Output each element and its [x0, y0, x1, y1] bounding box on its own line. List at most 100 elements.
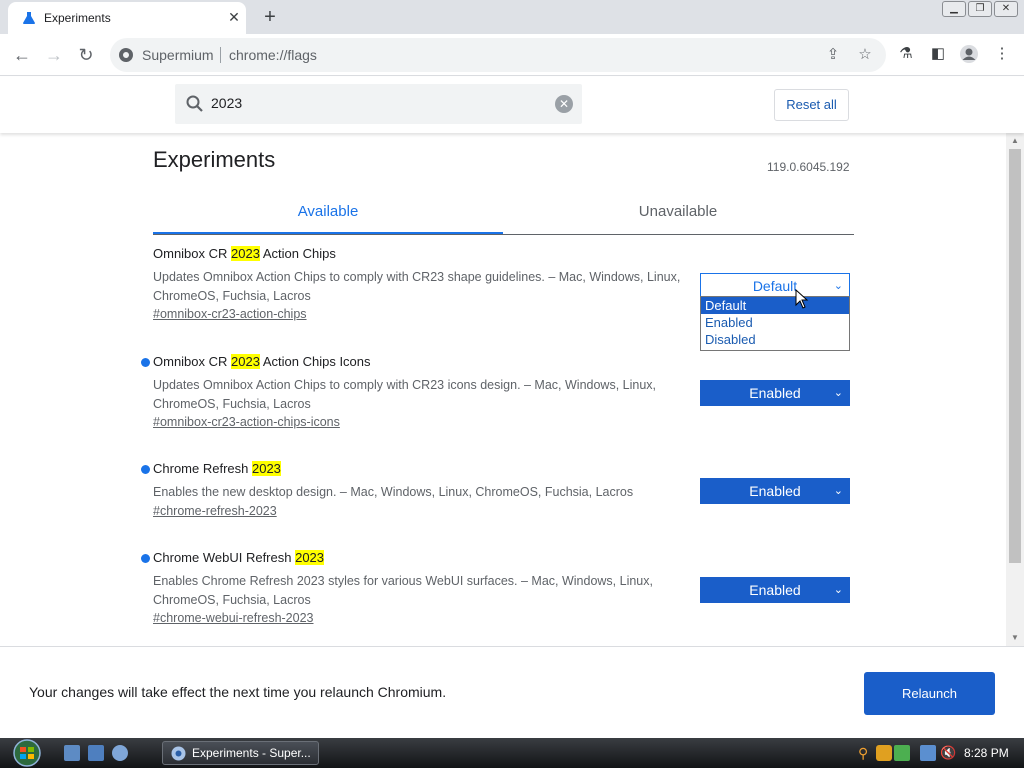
bookmark-star-icon[interactable]: ☆: [856, 46, 874, 64]
active-tab-indicator: [153, 232, 503, 234]
search-highlight: 2023: [251, 461, 281, 476]
flag-item: Chrome Refresh 2023 Enables the new desk…: [0, 461, 1006, 531]
restore-button[interactable]: ❐: [968, 1, 992, 17]
flag-name: Omnibox CR 2023 Action Chips: [153, 246, 336, 261]
omnibox-brand: Supermium: [142, 47, 214, 63]
taskbar: Experiments - Super... ⚲ 🔇 8:28 PM: [0, 738, 1024, 768]
dropdown-option-default[interactable]: Default: [701, 297, 849, 314]
tab-title: Experiments: [44, 11, 111, 25]
flag-state-select[interactable]: Enabled ⌄: [700, 380, 850, 406]
search-highlight: 2023: [295, 550, 325, 565]
display-tray-icon[interactable]: [920, 745, 936, 761]
modified-indicator-dot: [141, 554, 150, 563]
relaunch-message: Your changes will take effect the next t…: [29, 684, 447, 700]
profile-avatar-icon[interactable]: [959, 44, 979, 64]
flag-description: Enables Chrome Refresh 2023 styles for v…: [153, 574, 653, 607]
flag-name: Chrome Refresh 2023: [153, 461, 281, 476]
version-label: 119.0.6045.192: [767, 160, 850, 174]
omnibox-separator: [220, 47, 221, 63]
chevron-down-icon: ⌄: [833, 485, 843, 497]
switch-windows-icon[interactable]: [88, 745, 104, 761]
flag-state-value: Enabled: [749, 483, 801, 499]
scroll-down-icon[interactable]: ▼: [1010, 633, 1020, 643]
browser-quicklaunch-icon[interactable]: [112, 745, 128, 761]
search-value[interactable]: 2023: [211, 95, 242, 111]
search-highlight: 2023: [231, 246, 260, 261]
flag-state-select[interactable]: Enabled ⌄: [700, 478, 850, 504]
browser-tab-experiments[interactable]: Experiments ✕: [8, 2, 246, 34]
flags-content: Experiments 119.0.6045.192 Available Una…: [0, 133, 1006, 646]
flag-name-prefix: Chrome WebUI Refresh: [153, 550, 296, 565]
page-scrollbar[interactable]: ▲ ▼: [1006, 133, 1024, 646]
flag-item: Omnibox CR 2023 Action Chips Updates Omn…: [0, 246, 1006, 336]
security-shield-icon[interactable]: [876, 745, 892, 761]
omnibox-url[interactable]: chrome://flags: [229, 47, 317, 63]
close-tab-icon[interactable]: ✕: [226, 9, 242, 25]
flag-name-suffix: Action Chips: [259, 246, 336, 261]
window-controls: ▁ ❐ ✕: [942, 1, 1018, 17]
search-tray-icon[interactable]: ⚲: [858, 745, 874, 761]
flag-state-value: Enabled: [749, 385, 801, 401]
flag-state-dropdown: Default Enabled Disabled: [700, 296, 850, 351]
tab-available[interactable]: Available: [153, 203, 503, 220]
supermium-logo-icon: [119, 48, 133, 62]
flags-tabs: Available Unavailable: [153, 197, 854, 235]
flag-name-prefix: Omnibox CR: [153, 246, 232, 261]
menu-kebab-icon[interactable]: ⋮: [992, 44, 1012, 64]
flag-name-prefix: Chrome Refresh: [153, 461, 252, 476]
network-tray-icon[interactable]: [894, 745, 910, 761]
flag-permalink[interactable]: #omnibox-cr23-action-chips: [153, 307, 307, 321]
flag-permalink[interactable]: #chrome-refresh-2023: [153, 504, 277, 518]
flag-description: Updates Omnibox Action Chips to comply w…: [153, 378, 657, 411]
tab-unavailable[interactable]: Unavailable: [503, 203, 853, 220]
flag-state-value: Enabled: [749, 582, 801, 598]
search-highlight: 2023: [231, 354, 260, 369]
browser-window-icon: [171, 746, 186, 761]
flags-search-input[interactable]: 2023 ✕: [175, 84, 582, 124]
share-icon[interactable]: ⇪: [824, 46, 842, 64]
dropdown-option-enabled[interactable]: Enabled: [701, 314, 849, 331]
search-icon: [186, 95, 203, 112]
side-panel-icon[interactable]: ◧: [928, 44, 948, 64]
taskbar-window-label: Experiments - Super...: [192, 746, 311, 760]
flag-permalink[interactable]: #omnibox-cr23-action-chips-icons: [153, 415, 340, 429]
scroll-thumb[interactable]: [1009, 149, 1021, 563]
flag-name-prefix: Omnibox CR: [153, 354, 232, 369]
chevron-down-icon: ⌄: [833, 280, 843, 292]
mouse-cursor-icon: [795, 289, 809, 309]
tab-strip: Experiments ✕ + ▁ ❐ ✕: [0, 0, 1024, 34]
flag-name: Omnibox CR 2023 Action Chips Icons: [153, 354, 371, 369]
relaunch-bar: Your changes will take effect the next t…: [0, 646, 1024, 738]
flag-state-select[interactable]: Enabled ⌄: [700, 577, 850, 603]
reset-all-button[interactable]: Reset all: [774, 89, 849, 121]
start-orb-icon[interactable]: [6, 739, 48, 767]
dropdown-option-disabled[interactable]: Disabled: [701, 331, 849, 348]
volume-muted-icon[interactable]: 🔇: [940, 745, 956, 761]
new-tab-button[interactable]: +: [259, 6, 281, 28]
scroll-up-icon[interactable]: ▲: [1010, 136, 1020, 146]
flask-icon: [23, 12, 35, 24]
forward-button[interactable]: →: [42, 43, 66, 67]
clear-search-icon[interactable]: ✕: [555, 95, 573, 113]
screen: Experiments ✕ + ▁ ❐ ✕ ← → ↻ Supermium ch…: [0, 0, 1024, 768]
browser-toolbar: ← → ↻ Supermium chrome://flags ⇪ ☆ ⚗ ◧ ⋮: [0, 34, 1024, 76]
minimize-button[interactable]: ▁: [942, 1, 966, 17]
chevron-down-icon: ⌄: [833, 387, 843, 399]
reload-button[interactable]: ↻: [74, 43, 98, 67]
taskbar-window-button[interactable]: Experiments - Super...: [162, 741, 319, 765]
address-bar[interactable]: Supermium chrome://flags ⇪ ☆: [110, 38, 886, 72]
close-window-button[interactable]: ✕: [994, 1, 1018, 17]
flag-item: Omnibox CR 2023 Action Chips Icons Updat…: [0, 354, 1006, 444]
flag-name-suffix: Action Chips Icons: [259, 354, 371, 369]
page-title: Experiments: [153, 147, 276, 172]
flag-name: Chrome WebUI Refresh 2023: [153, 550, 325, 565]
show-desktop-icon[interactable]: [64, 745, 80, 761]
flags-header: 2023 ✕ Reset all: [0, 77, 1024, 133]
labs-flask-icon[interactable]: ⚗: [896, 44, 916, 64]
modified-indicator-dot: [141, 358, 150, 367]
back-button[interactable]: ←: [10, 43, 34, 67]
flag-permalink[interactable]: #chrome-webui-refresh-2023: [153, 611, 314, 625]
relaunch-button[interactable]: Relaunch: [864, 672, 995, 715]
chevron-down-icon: ⌄: [833, 584, 843, 596]
flag-item: Chrome WebUI Refresh 2023 Enables Chrome…: [0, 550, 1006, 640]
